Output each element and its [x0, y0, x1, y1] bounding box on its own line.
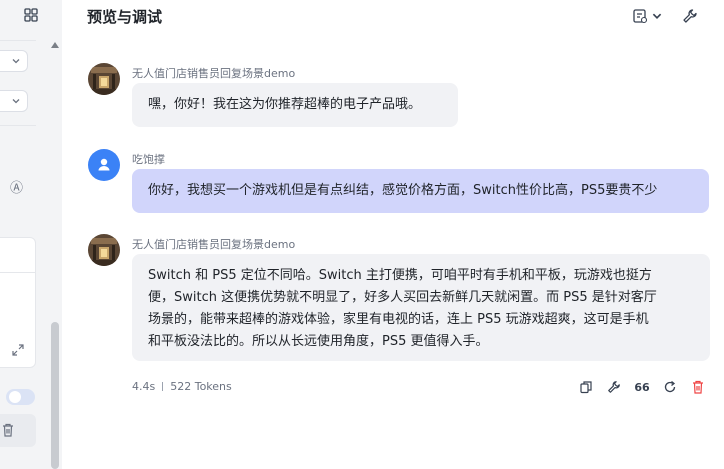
bot-message-bubble: Switch 和 PS5 定位不同哈。Switch 主打便携，可咱平时有手机和平…	[132, 254, 710, 361]
copy-button[interactable]	[578, 379, 594, 395]
user-icon	[98, 158, 110, 171]
wrench-icon	[608, 381, 620, 393]
chevron-down-icon	[12, 59, 20, 64]
divider	[0, 125, 36, 126]
message-line: 和平板没法比的。所以从长远使用角度，PS5 更值得入手。	[148, 334, 489, 349]
document-icon	[633, 9, 648, 24]
page-title: 预览与调试	[87, 8, 163, 26]
option-select[interactable]	[0, 90, 28, 112]
scrollbar-thumb[interactable]	[51, 322, 59, 469]
quote-button[interactable]: 66	[634, 379, 650, 395]
message-line: 场景的，能带来超棒的游戏体验，家里有电视的话，连上 PS5 玩游戏超爽，这可是手…	[148, 312, 649, 327]
response-time: 4.4s	[132, 380, 156, 393]
sender-name: 无人值门店销售员回复场景demo	[132, 67, 296, 80]
toggle-switch[interactable]	[6, 389, 35, 405]
token-count: 522 Tokens	[170, 380, 232, 393]
regenerate-button[interactable]	[662, 379, 678, 395]
divider	[162, 382, 164, 391]
scroll-up-arrow-icon[interactable]	[51, 42, 59, 48]
response-meta: 4.4s 522 Tokens	[132, 380, 232, 393]
message-line: 便，Switch 这便携优势就不明显了，好多人买回去新鲜几天就闲置。而 PS5 …	[148, 290, 657, 305]
grid-icon[interactable]	[24, 8, 38, 22]
delete-message-button[interactable]	[690, 379, 706, 395]
wrench-icon	[683, 9, 697, 23]
trash-icon	[693, 380, 703, 394]
header: 预览与调试	[62, 0, 724, 34]
chevron-down-icon	[12, 99, 20, 104]
delete-button[interactable]	[0, 414, 36, 447]
message-line: Switch 和 PS5 定位不同哈。Switch 主打便携，可咱平时有手机和平…	[148, 268, 652, 283]
user-avatar	[88, 149, 120, 181]
expand-icon[interactable]	[12, 344, 24, 356]
bot-avatar	[88, 234, 120, 266]
divider	[0, 40, 36, 41]
bot-message-bubble: 嘿，你好！我在这为你推荐超棒的电子产品哦。	[132, 83, 458, 127]
scrollbar[interactable]	[50, 40, 60, 469]
debug-button[interactable]	[606, 379, 622, 395]
bot-avatar	[88, 63, 120, 95]
trash-icon	[3, 423, 13, 437]
model-select[interactable]	[0, 50, 28, 72]
quote-icon: 66	[634, 380, 650, 394]
chevron-down-icon	[652, 13, 662, 19]
copy-icon	[580, 381, 592, 394]
message-actions: 66	[578, 379, 708, 395]
user-message-bubble: 你好，我想买一个游戏机但是有点纠结，感觉价格方面，Switch性价比高，PS5要…	[132, 169, 709, 213]
sender-name: 无人值门店销售员回复场景demo	[132, 238, 296, 251]
message-text: 嘿，你好！我在这为你推荐超棒的电子产品哦。	[148, 97, 422, 112]
settings-button[interactable]	[682, 7, 698, 25]
auto-icon[interactable]: Ⓐ	[10, 182, 23, 195]
sender-name: 吃饱撑	[132, 153, 165, 166]
refresh-icon	[664, 380, 676, 393]
message-text: 你好，我想买一个游戏机但是有点纠结，感觉价格方面，Switch性价比高，PS5要…	[148, 183, 658, 198]
history-dropdown-button[interactable]	[632, 7, 663, 25]
